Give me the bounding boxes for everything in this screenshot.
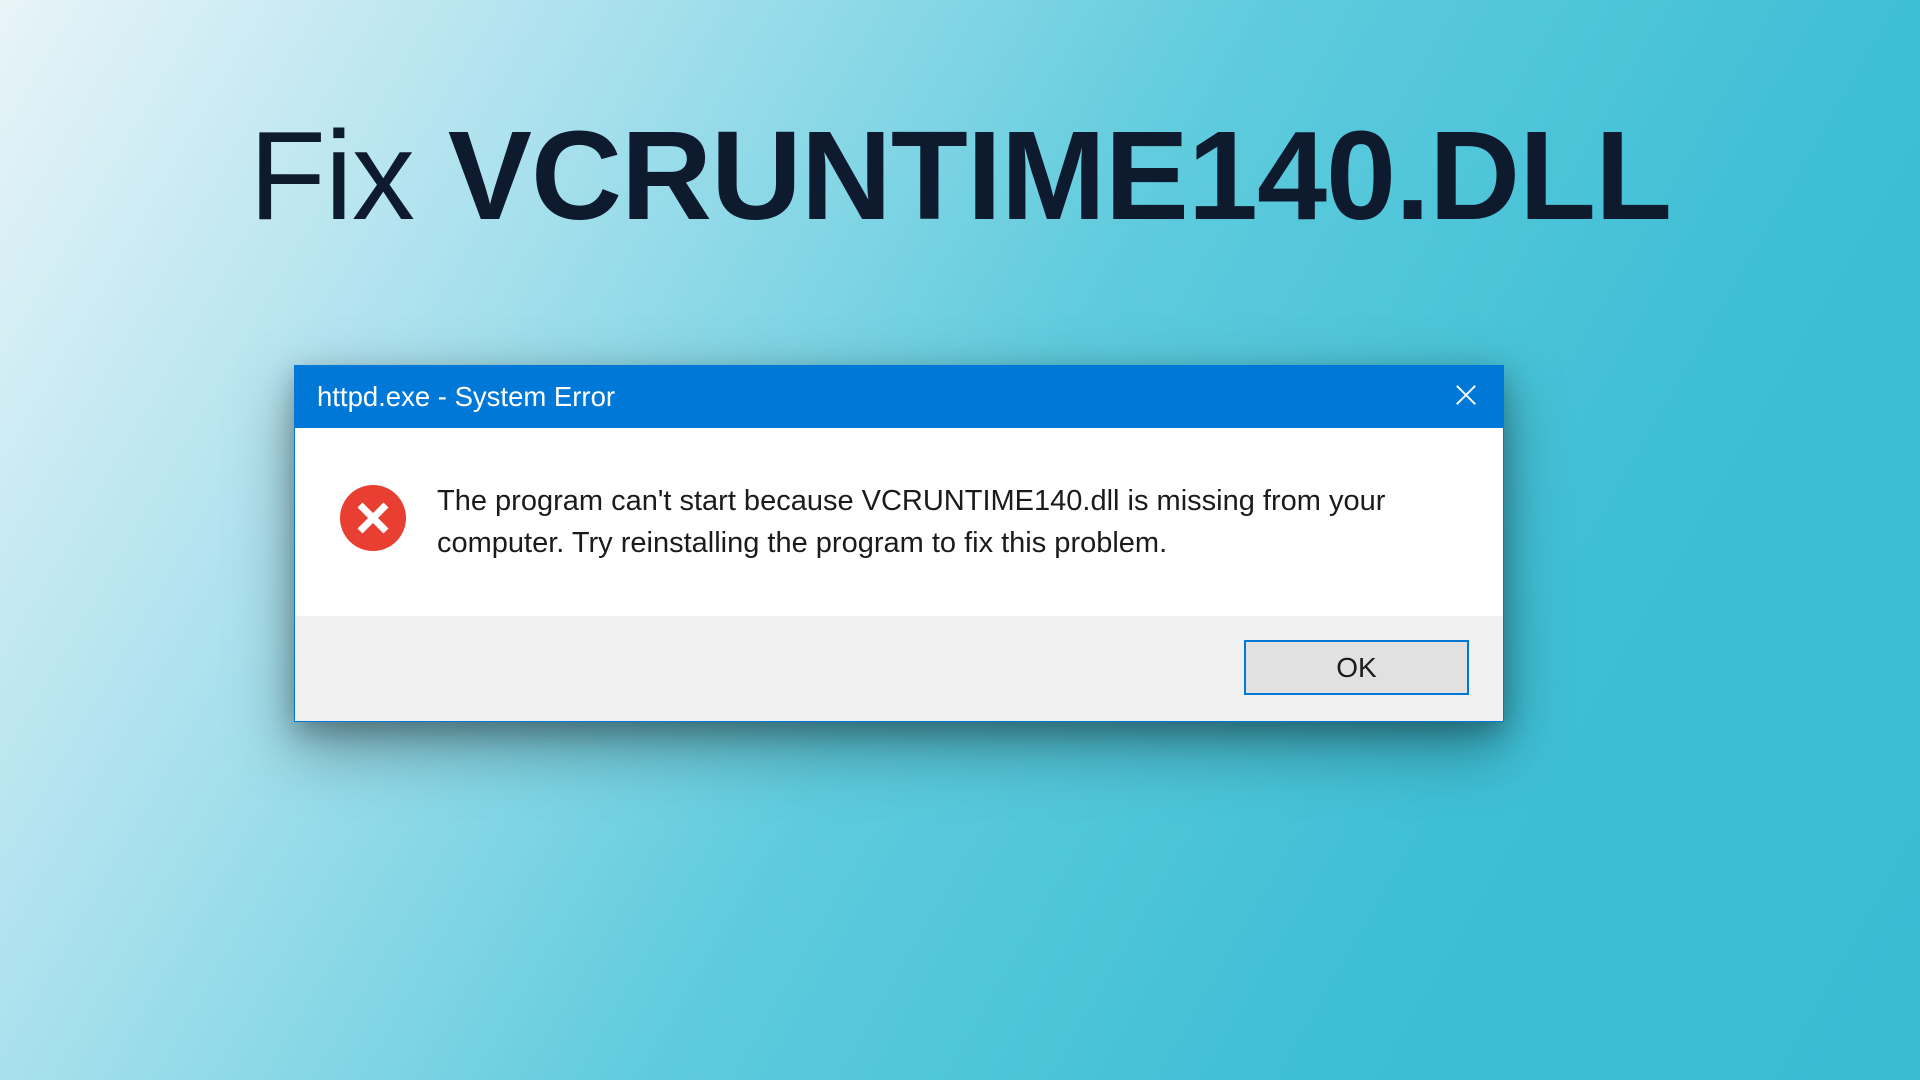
error-dialog: httpd.exe - System Error The program can… <box>294 365 1504 722</box>
dialog-body: The program can't start because VCRUNTIM… <box>295 428 1503 616</box>
heading-prefix: Fix <box>249 105 448 246</box>
dialog-message: The program can't start because VCRUNTIM… <box>437 476 1463 564</box>
dialog-title: httpd.exe - System Error <box>317 381 615 413</box>
dialog-titlebar[interactable]: httpd.exe - System Error <box>295 366 1503 428</box>
dialog-footer: OK <box>295 616 1503 721</box>
ok-button[interactable]: OK <box>1244 640 1469 695</box>
error-icon <box>339 484 407 552</box>
close-button[interactable] <box>1429 366 1503 428</box>
page-heading: Fix VCRUNTIME140.DLL <box>0 110 1920 242</box>
heading-main: VCRUNTIME140.DLL <box>448 105 1671 246</box>
close-icon <box>1453 382 1479 413</box>
